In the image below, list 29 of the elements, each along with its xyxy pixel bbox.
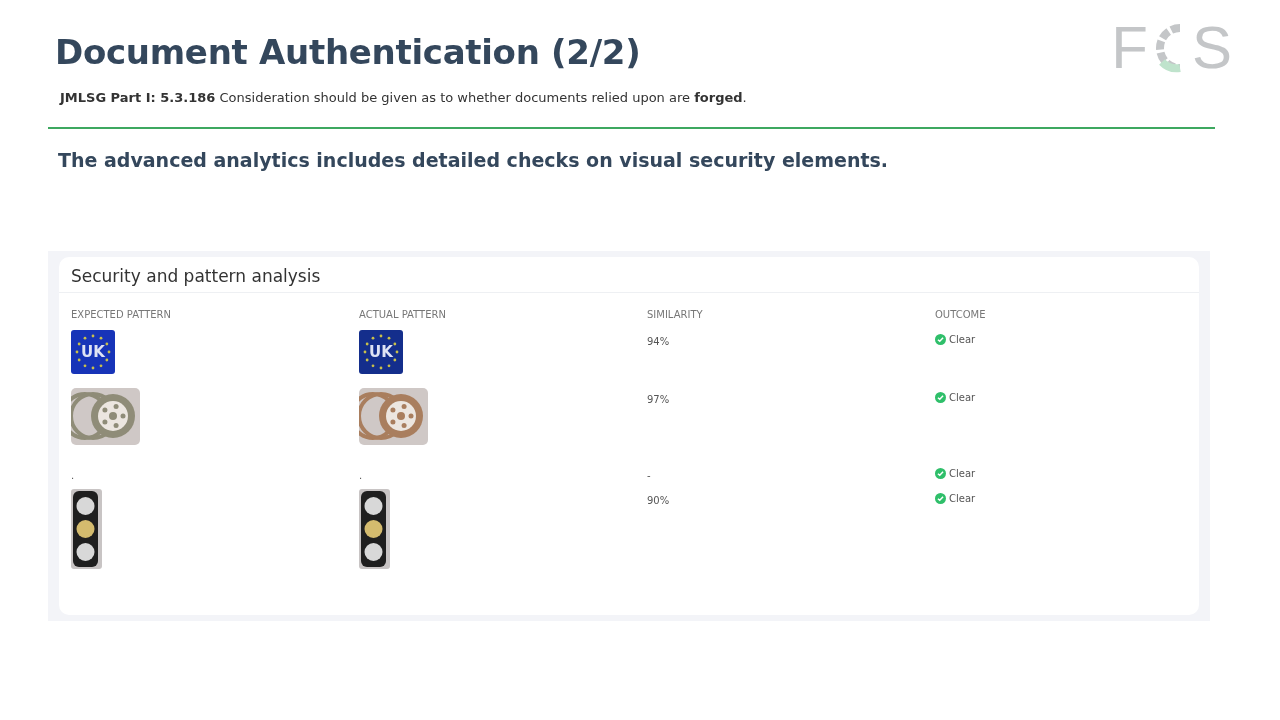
traffic-light-icon — [71, 489, 102, 569]
column-header: ACTUAL PATTERN — [359, 309, 447, 320]
slide-title: Document Authentication (2/2) — [55, 32, 641, 72]
uk-flag-icon: UK — [71, 330, 115, 374]
similarity-value: - — [647, 470, 651, 481]
similarity-value: 97% — [647, 394, 670, 405]
table-cell: . — [359, 470, 363, 481]
check-icon — [935, 334, 946, 345]
reference-text: JMLSG Part I: 5.3.186 Consideration should be given as to whether documents relied upon are forged. — [60, 90, 748, 105]
similarity-value: 94% — [647, 336, 670, 347]
check-icon — [935, 468, 946, 479]
logo: F S — [1111, 18, 1232, 78]
column-header: OUTCOME — [935, 309, 987, 320]
uk-flag-icon: UK — [359, 330, 403, 374]
column-header: SIMILARITY — [647, 309, 704, 320]
check-icon — [935, 493, 946, 504]
wheels-icon — [359, 388, 428, 445]
outcome-status: Clear — [935, 392, 976, 403]
traffic-light-icon — [359, 489, 390, 569]
similarity-value: 90% — [647, 495, 670, 506]
outcome-status: Clear — [935, 493, 976, 504]
section-heading: The advanced analytics includes detailed checks on visual security elements. — [58, 149, 890, 171]
outcome-status: Clear — [935, 468, 976, 479]
column-header: EXPECTED PATTERN — [71, 309, 173, 320]
table-cell: . — [71, 470, 75, 481]
outcome-status: Clear — [935, 334, 976, 345]
card-title: Security and pattern analysis — [59, 257, 1199, 293]
wheels-icon — [71, 388, 140, 445]
check-icon — [935, 392, 946, 403]
